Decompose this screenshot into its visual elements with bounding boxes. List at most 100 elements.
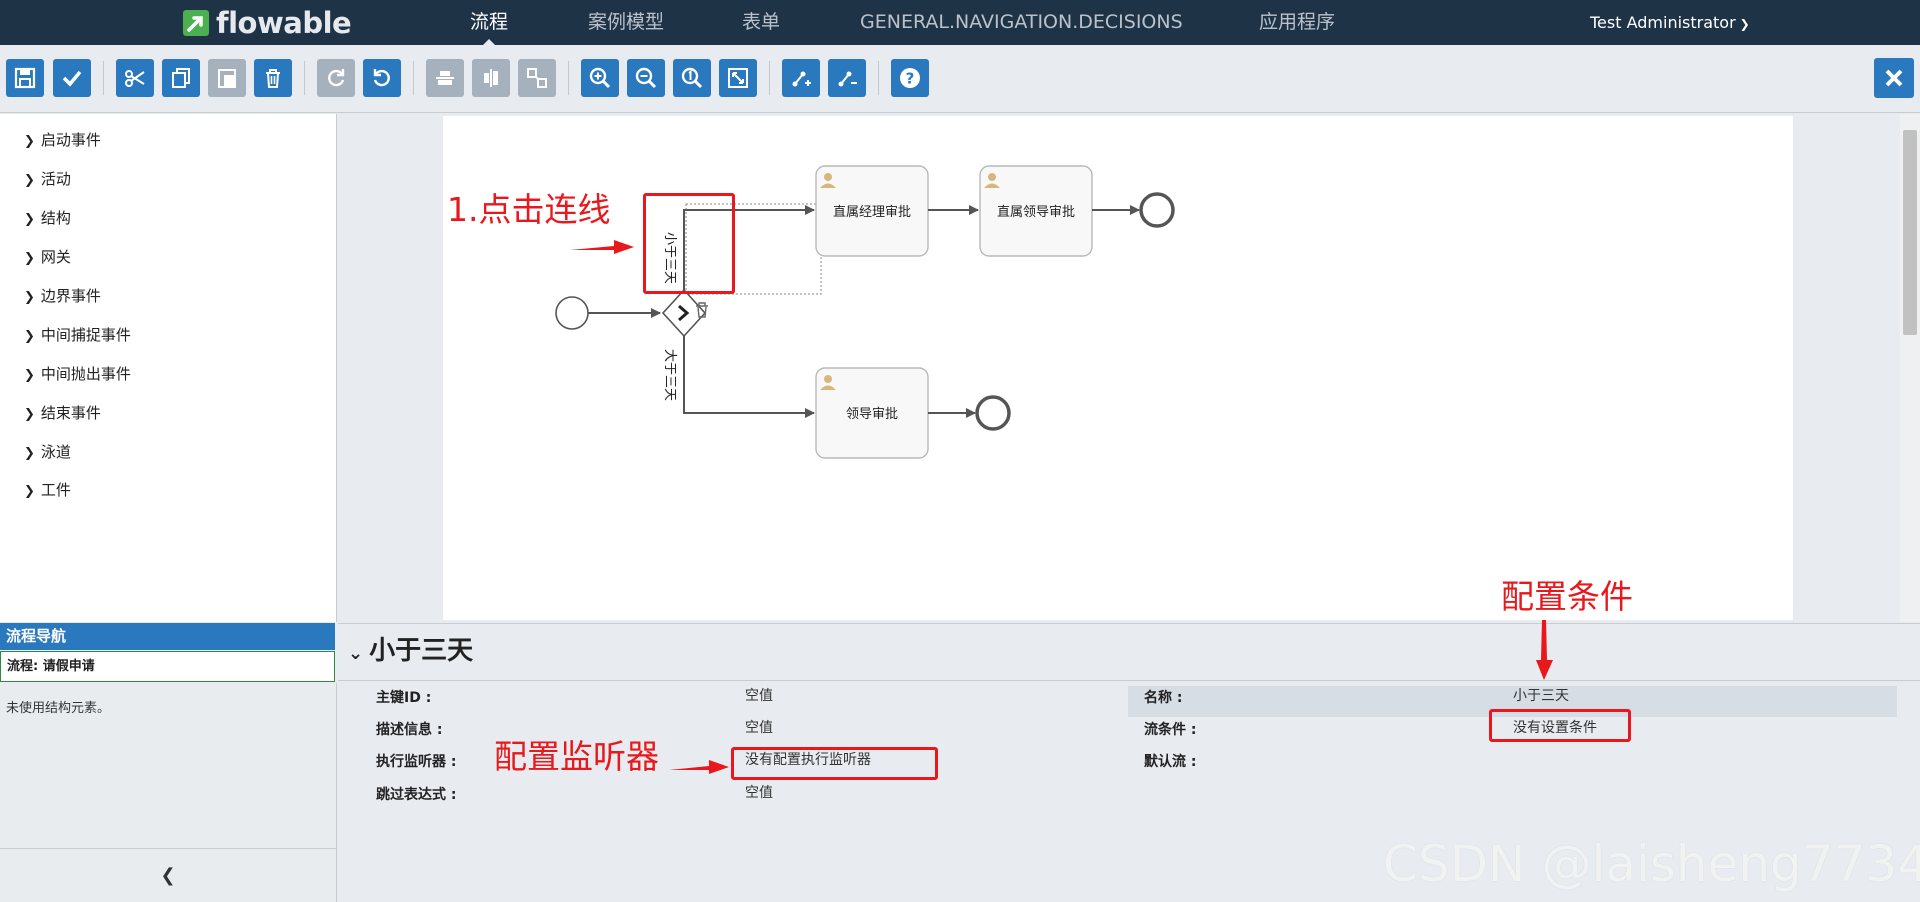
palette-group-label: 结束事件 (40, 404, 101, 422)
chevron-right-icon: ❯ (24, 446, 35, 461)
palette-group-label: 活动 (40, 170, 71, 188)
sequence-flow-more-than-3-days[interactable] (683, 336, 815, 418)
user-icon (824, 375, 832, 383)
palette-group-swimlanes[interactable]: ❯ 泳道 (24, 441, 71, 463)
chevron-right-icon: ❯ (24, 329, 35, 344)
redo-button[interactable] (317, 59, 355, 97)
task-label: 领导审批 (846, 407, 898, 422)
paste-icon (218, 69, 236, 88)
annotation-config-listener: 配置监听器 (494, 737, 659, 776)
user-task-lead-approval[interactable]: 领导审批 (815, 367, 929, 459)
palette-group-label: 工件 (40, 481, 71, 499)
editor-toolbar: ? (0, 45, 1920, 113)
same-size-icon (527, 68, 547, 88)
property-value-name[interactable]: 小于三天 (1513, 686, 1569, 706)
delete-icon (266, 69, 280, 88)
property-label-name: 名称 : (1144, 690, 1183, 706)
property-label-skip-expression: 跳过表达式 : (376, 787, 457, 803)
bpmn-diagram: 小于三天 大于三天 直属经理审批 直属领导审批 领导审批 (555, 165, 1175, 459)
start-event[interactable] (555, 296, 589, 330)
annotation-config-condition: 配置条件 (1501, 577, 1633, 616)
chevron-right-icon: ❯ (24, 134, 35, 149)
align-vertical-button[interactable] (472, 59, 510, 97)
palette-group-label: 泳道 (40, 443, 71, 461)
toolbar-divider (103, 61, 104, 95)
flowable-logo[interactable]: flowable (182, 6, 352, 40)
palette-group-label: 中间捕捉事件 (40, 326, 131, 344)
annotation-arrow-icon (1536, 620, 1553, 680)
palette-group-structural[interactable]: ❯ 结构 (24, 207, 71, 229)
chevron-right-icon: ❯ (24, 407, 35, 422)
end-event[interactable] (1139, 192, 1175, 228)
palette-group-boundary-events[interactable]: ❯ 边界事件 (24, 285, 101, 307)
help-icon: ? (900, 68, 920, 88)
chevron-right-icon: ❯ (24, 251, 35, 266)
property-value-id[interactable]: 空值 (745, 686, 773, 706)
zoom-out-button[interactable] (627, 59, 665, 97)
user-task-manager-approval[interactable]: 直属经理审批 (815, 165, 929, 257)
save-button[interactable] (6, 59, 44, 97)
logo-text: flowable (216, 6, 352, 40)
task-label: 直属领导审批 (997, 205, 1075, 220)
chevron-right-icon: ❯ (24, 173, 35, 188)
bend-remove-button[interactable] (828, 59, 866, 97)
save-icon (14, 67, 36, 89)
collapse-panel-button[interactable]: ❮ (0, 848, 337, 902)
property-label-id: 主键ID : (376, 690, 432, 706)
toolbar-divider (413, 61, 414, 95)
bend-add-button[interactable] (782, 59, 820, 97)
zoom-actual-button[interactable] (673, 59, 711, 97)
palette-group-catch-events[interactable]: ❯ 中间捕捉事件 (24, 324, 131, 346)
zoom-in-button[interactable] (581, 59, 619, 97)
close-editor-button[interactable] (1874, 58, 1914, 98)
nav-tab-label: 流程 (470, 11, 509, 33)
palette-group-activities[interactable]: ❯ 活动 (24, 168, 71, 190)
delete-button[interactable] (254, 59, 292, 97)
user-menu[interactable]: Test Administrator ❯ (1590, 0, 1750, 45)
nav-tab-case-model[interactable]: 案例模型 (588, 0, 664, 45)
align-horizontal-button[interactable] (426, 59, 464, 97)
user-icon (824, 173, 832, 181)
nav-tab-decisions[interactable]: GENERAL.NAVIGATION.DECISIONS (860, 0, 1183, 45)
cut-icon (125, 70, 145, 87)
align-vertical-icon (484, 69, 498, 87)
watermark-text: CSDN @laisheng7734 (1383, 835, 1920, 893)
palette-group-label: 结构 (40, 209, 71, 227)
property-value-skip-expression[interactable]: 空值 (745, 783, 773, 803)
palette-group-artifacts[interactable]: ❯ 工件 (24, 479, 71, 501)
same-size-button[interactable] (518, 59, 556, 97)
nav-tab-apps[interactable]: 应用程序 (1259, 0, 1335, 45)
process-navigator-header: 流程导航 (0, 623, 335, 650)
help-button[interactable]: ? (891, 59, 929, 97)
nav-tab-forms[interactable]: 表单 (742, 0, 780, 45)
zoom-fit-button[interactable] (719, 59, 757, 97)
end-event[interactable] (975, 395, 1011, 431)
properties-title[interactable]: ⌄ 小于三天 (348, 633, 473, 669)
toolbar-divider (769, 61, 770, 95)
palette-group-end-events[interactable]: ❯ 结束事件 (24, 402, 101, 424)
undo-icon (373, 69, 390, 87)
close-icon (1885, 69, 1903, 87)
redo-icon (328, 69, 345, 87)
property-value-documentation[interactable]: 空值 (745, 718, 773, 738)
validate-button[interactable] (53, 59, 91, 97)
palette-group-start-events[interactable]: ❯ 启动事件 (24, 129, 101, 151)
palette-group-gateways[interactable]: ❯ 网关 (24, 246, 71, 268)
chevron-down-icon: ⌄ (348, 643, 364, 664)
user-task-leader-approval[interactable]: 直属领导审批 (979, 165, 1093, 257)
nav-tab-process[interactable]: 流程 (470, 0, 508, 45)
paste-button[interactable] (208, 59, 246, 97)
zoom-actual-icon (681, 67, 703, 89)
chevron-right-icon: ❯ (24, 484, 35, 499)
annotation-arrow-icon (570, 240, 634, 254)
chevron-right-icon: ❯ (24, 290, 35, 305)
bpmn-canvas[interactable]: 小于三天 大于三天 直属经理审批 直属领导审批 领导审批 (443, 116, 1793, 620)
task-label: 直属经理审批 (833, 205, 911, 220)
copy-button[interactable] (162, 59, 200, 97)
navigator-process-item[interactable]: 流程: 请假申请 (0, 651, 335, 682)
palette-group-throw-events[interactable]: ❯ 中间抛出事件 (24, 363, 131, 385)
scrollbar-thumb[interactable] (1903, 130, 1917, 335)
cut-button[interactable] (116, 59, 154, 97)
property-label-default-flow: 默认流 : (1144, 754, 1197, 770)
undo-button[interactable] (363, 59, 401, 97)
